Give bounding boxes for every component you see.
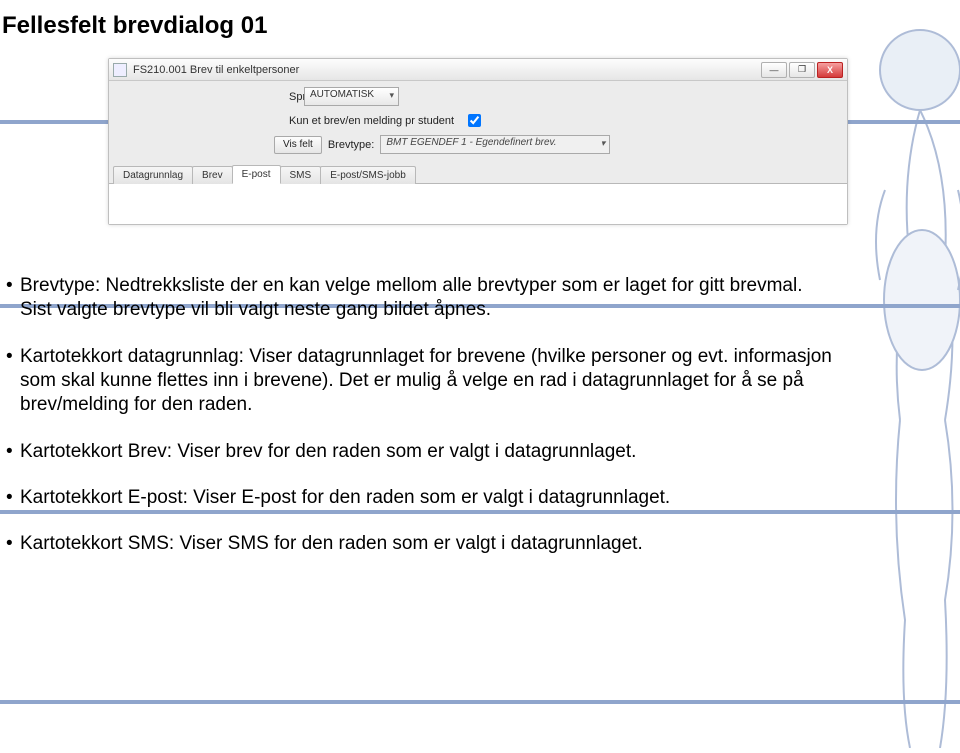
tab-sms[interactable]: SMS — [280, 166, 322, 184]
bullet-item: Brevtype: Nedtrekksliste der en kan velg… — [6, 274, 836, 323]
window-title: FS210.001 Brev til enkeltpersoner — [133, 64, 761, 76]
titlebar: FS210.001 Brev til enkeltpersoner — ❐ X — [109, 59, 847, 81]
show-field-button[interactable]: Vis felt — [274, 136, 322, 154]
language-dropdown[interactable]: AUTOMATISK — [304, 87, 399, 106]
bullet-item: Kartotekkort E-post: Viser E-post for de… — [6, 486, 836, 510]
tab-epost[interactable]: E-post — [232, 165, 281, 184]
brevtype-label: Brevtype: — [328, 139, 374, 151]
bullet-list: Brevtype: Nedtrekksliste der en kan velg… — [6, 274, 836, 579]
tab-datagrunnlag[interactable]: Datagrunnlag — [113, 166, 193, 184]
tab-epost-sms-jobb[interactable]: E-post/SMS-jobb — [320, 166, 416, 184]
background-figure-art — [850, 0, 960, 748]
decorative-stripe — [0, 700, 960, 704]
one-letter-label: Kun et brev/en melding pr student — [289, 115, 454, 127]
tab-content — [109, 184, 847, 224]
bullet-item: Kartotekkort datagrunnlag: Viser datagru… — [6, 345, 836, 418]
one-letter-checkbox[interactable] — [468, 114, 481, 127]
tab-bar: Datagrunnlag Brev E-post SMS E-post/SMS-… — [109, 164, 847, 184]
minimize-button[interactable]: — — [761, 62, 787, 78]
form-area: Språk: AUTOMATISK Kun et brev/en melding… — [109, 81, 847, 164]
restore-button[interactable]: ❐ — [789, 62, 815, 78]
page-title: Fellesfelt brevdialog 01 — [2, 12, 267, 40]
tab-brev[interactable]: Brev — [192, 166, 233, 184]
language-label: Språk: — [119, 91, 304, 103]
bullet-item: Kartotekkort SMS: Viser SMS for den rade… — [6, 532, 836, 556]
bullet-item: Kartotekkort Brev: Viser brev for den ra… — [6, 440, 836, 464]
brevtype-dropdown[interactable]: BMT EGENDEF 1 - Egendefinert brev. — [380, 135, 610, 154]
dialog-window: FS210.001 Brev til enkeltpersoner — ❐ X … — [108, 58, 848, 225]
close-button[interactable]: X — [817, 62, 843, 78]
app-icon — [113, 63, 127, 77]
